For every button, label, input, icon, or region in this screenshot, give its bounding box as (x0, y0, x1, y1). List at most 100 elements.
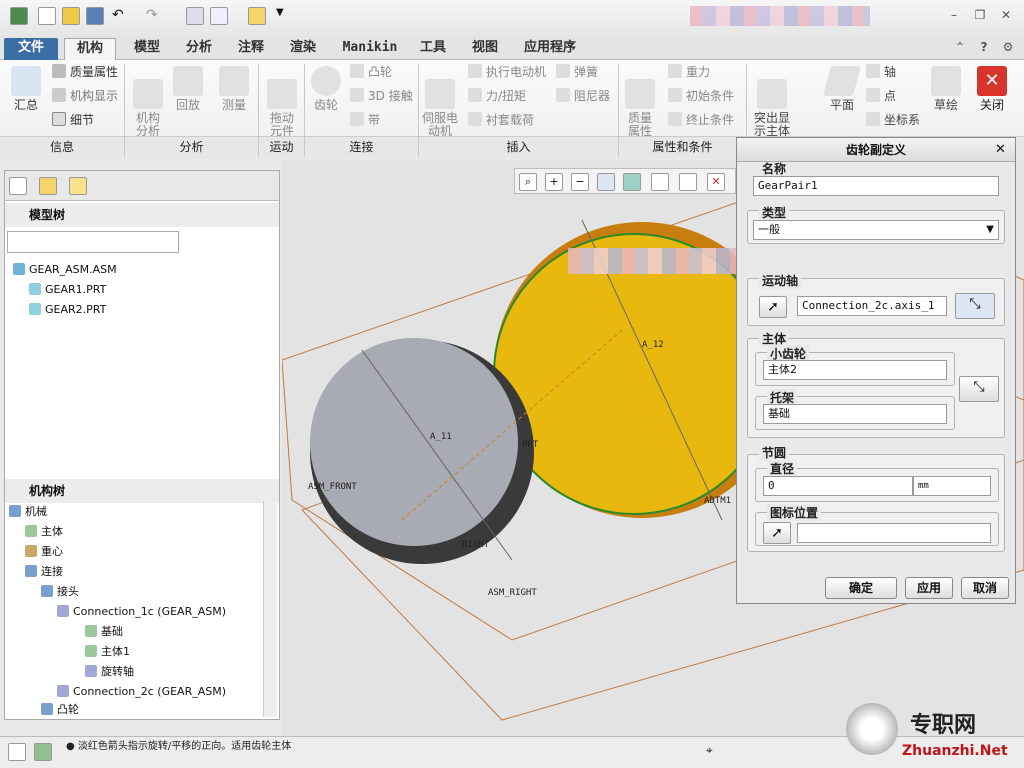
tab-model[interactable]: 模型 (124, 38, 170, 60)
contact3d-button[interactable]: 3D 接触 (350, 88, 413, 104)
refit-icon[interactable]: ⌕ (519, 173, 537, 191)
exec-motor-button[interactable]: 执行电动机 (468, 64, 546, 80)
icon-pos-field[interactable] (797, 523, 991, 543)
tab-file[interactable]: 文件 (4, 38, 58, 60)
mech-display-button[interactable]: 机构显示 (52, 88, 118, 104)
mech-tree-item[interactable]: 重心 (25, 543, 63, 561)
repaint-icon[interactable] (597, 173, 615, 191)
mech-tree-item[interactable]: Connection_1c (GEAR_ASM) (57, 603, 226, 621)
tree-search-input[interactable] (7, 231, 179, 253)
damper-button[interactable]: 阻尼器 (556, 88, 610, 104)
tab-annotate[interactable]: 注释 (228, 38, 274, 60)
cancel-button[interactable]: 取消 (961, 577, 1009, 599)
favorites-tab-icon[interactable] (69, 177, 87, 195)
model-tree-item[interactable]: GEAR2.PRT (29, 301, 106, 319)
carrier-field[interactable]: 基础 (763, 404, 947, 424)
mass-props-button[interactable]: 质量属性 (52, 64, 118, 80)
sketch-button[interactable]: 草绘 (926, 66, 966, 112)
dialog-close-icon[interactable]: ✕ (995, 142, 1006, 157)
view-manager-icon[interactable] (679, 173, 697, 191)
flip-axis-button[interactable]: ⤡ (955, 293, 995, 319)
cam-button[interactable]: 凸轮 (350, 64, 392, 80)
ok-button[interactable]: 确定 (825, 577, 897, 599)
tab-manikin[interactable]: Manikin (334, 38, 406, 60)
name-field[interactable]: GearPair1 (753, 176, 999, 196)
gear-button[interactable]: 齿轮 (306, 66, 346, 112)
mech-analysis-button[interactable]: 机构 分析 (128, 66, 168, 138)
term-cond-button[interactable]: 终止条件 (668, 112, 734, 128)
close-window-icon[interactable]: ✕ (998, 8, 1014, 22)
mech-tree-item[interactable]: 旋转轴 (85, 663, 134, 681)
selection-filter-icon[interactable]: ⌖ (706, 743, 724, 761)
help-icon[interactable]: ? (976, 40, 992, 54)
chevron-down-icon[interactable]: ▼ (276, 7, 294, 25)
settings-icon[interactable]: ⚙ (1000, 40, 1016, 54)
mech-tree-item[interactable]: 连接 (25, 563, 63, 581)
csys-button[interactable]: 坐标系 (866, 112, 920, 128)
select-icon-pos-button[interactable]: ➚ (763, 522, 791, 544)
belt-button[interactable]: 带 (350, 112, 380, 128)
mech-tree-item[interactable]: 机械 (9, 503, 47, 521)
type-select[interactable]: 一般 ▼ (753, 220, 999, 240)
undo-icon[interactable]: ↶ (112, 7, 130, 25)
pinion-field[interactable]: 主体2 (763, 360, 947, 380)
zoom-out-icon[interactable]: − (571, 173, 589, 191)
motion-axis-field[interactable]: Connection_2c.axis_1 (797, 296, 947, 316)
redo-icon[interactable]: ↷ (146, 7, 164, 25)
tree-toggle-icon[interactable] (8, 743, 26, 761)
servo-motor-button[interactable]: 伺服电 动机 (420, 66, 460, 138)
tree-tab-icon[interactable] (9, 177, 27, 195)
gravity-button[interactable]: 重力 (668, 64, 710, 80)
folder-icon[interactable] (248, 7, 266, 25)
init-cond-button[interactable]: 初始条件 (668, 88, 734, 104)
collapse-ribbon-icon[interactable]: ⌃ (952, 40, 968, 54)
diameter-field[interactable]: 0 (763, 476, 913, 496)
summary-button[interactable]: 汇总 (6, 66, 46, 112)
mech-tree-item[interactable]: Connection_2c (GEAR_ASM) (57, 683, 226, 701)
zoom-in-icon[interactable]: + (545, 173, 563, 191)
swap-bodies-button[interactable]: ⤡ (959, 376, 999, 402)
axis-button[interactable]: 轴 (866, 64, 896, 80)
group-analysis[interactable]: 分析 (125, 136, 258, 158)
datum-display-icon[interactable]: ✕ (707, 173, 725, 191)
mech-tree-item[interactable]: 主体 (25, 523, 63, 541)
model-tree-header[interactable]: 模型树 (5, 203, 279, 227)
bushing-button[interactable]: 衬套载荷 (468, 112, 534, 128)
model-tree-item[interactable]: GEAR_ASM.ASM (13, 261, 117, 279)
save-icon[interactable] (86, 7, 104, 25)
drag-button[interactable]: 拖动 元件 (262, 66, 302, 138)
saved-views-icon[interactable] (651, 173, 669, 191)
open-icon[interactable] (62, 7, 80, 25)
close-button[interactable]: ✕ 关闭 (972, 66, 1012, 112)
tab-mechanism[interactable]: 机构 (64, 38, 116, 60)
plane-button[interactable]: 平面 (822, 66, 862, 112)
mech-tree-item[interactable]: 凸轮 (41, 701, 79, 719)
minimize-icon[interactable]: – (946, 8, 962, 22)
tab-tools[interactable]: 工具 (410, 38, 456, 60)
mech-tree-item[interactable]: 主体1 (85, 643, 130, 661)
force-torque-button[interactable]: 力/扭矩 (468, 88, 526, 104)
point-button[interactable]: 点 (866, 88, 896, 104)
scrollbar[interactable] (263, 501, 277, 717)
select-axis-button[interactable]: ➚ (759, 296, 787, 318)
spring-button[interactable]: 弹簧 (556, 64, 598, 80)
mass-props2-button[interactable]: 质量 属性 (620, 66, 660, 138)
mech-tree-item[interactable]: 基础 (85, 623, 123, 641)
mech-tree-header[interactable]: 机构树 (5, 479, 279, 503)
folder-tab-icon[interactable] (39, 177, 57, 195)
detail-button[interactable]: 细节 (52, 112, 94, 128)
measure-button[interactable]: 测量 (214, 66, 254, 112)
window-icon[interactable] (210, 7, 228, 25)
highlight-body-button[interactable]: 突出显 示主体 (750, 66, 794, 138)
apply-button[interactable]: 应用 (905, 577, 953, 599)
new-icon[interactable] (38, 7, 56, 25)
tab-render[interactable]: 渲染 (280, 38, 326, 60)
regenerate-icon[interactable] (186, 7, 204, 25)
restore-icon[interactable]: ❐ (972, 8, 988, 22)
tab-analysis[interactable]: 分析 (176, 38, 222, 60)
tab-view[interactable]: 视图 (462, 38, 508, 60)
browser-toggle-icon[interactable] (34, 743, 52, 761)
model-tree-item[interactable]: GEAR1.PRT (29, 281, 106, 299)
display-style-icon[interactable] (623, 173, 641, 191)
playback-button[interactable]: 回放 (168, 66, 208, 112)
